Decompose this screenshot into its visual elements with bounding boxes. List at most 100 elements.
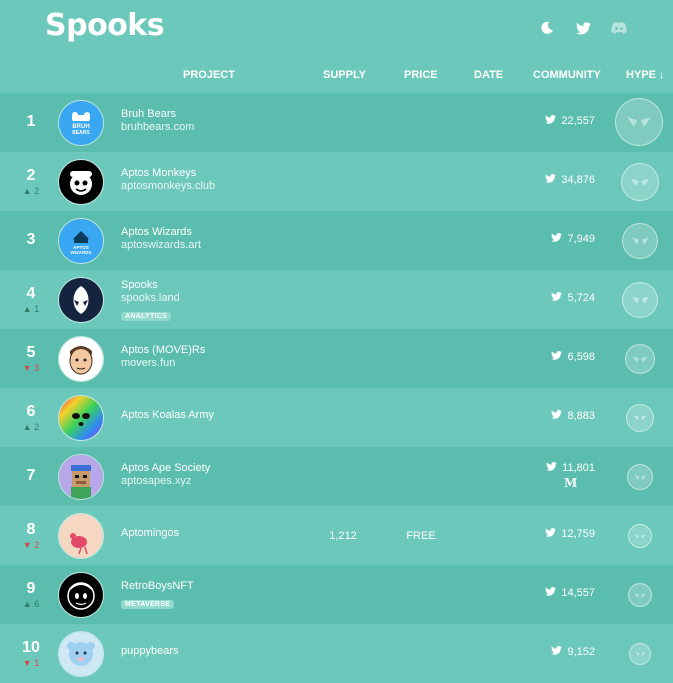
community[interactable]: 5,724: [551, 292, 595, 304]
community[interactable]: 22,557: [545, 115, 595, 127]
col-date[interactable]: DATE: [474, 69, 503, 81]
col-supply[interactable]: SUPPLY: [323, 69, 366, 81]
community[interactable]: 8,883: [551, 410, 595, 422]
follower-count: 11,801: [562, 462, 595, 474]
rank-number: 5: [26, 344, 36, 361]
hype-button[interactable]: [627, 464, 653, 490]
table-row[interactable]: 7 Aptos Ape Society aptosapes.xyz 11,801…: [0, 447, 673, 506]
twitter-icon: [545, 587, 557, 599]
col-project[interactable]: PROJECT: [183, 69, 235, 81]
col-community[interactable]: COMMUNITY: [533, 69, 601, 81]
community[interactable]: 11,801 M: [546, 462, 595, 490]
project-avatar[interactable]: [58, 572, 104, 618]
table-row[interactable]: 1 BRUH BEARS Bruh Bears bruhbears.com 22…: [0, 93, 673, 152]
community[interactable]: 14,557: [545, 587, 595, 599]
project-avatar[interactable]: [58, 277, 104, 323]
rank-number: 1: [26, 113, 36, 130]
col-hype[interactable]: HYPE ↓: [626, 69, 665, 81]
project-avatar[interactable]: APTOS WIZARDS: [58, 218, 104, 264]
hype-button[interactable]: [625, 344, 655, 374]
metaverse-tag[interactable]: METAVERSE: [121, 600, 175, 609]
hype-button[interactable]: [622, 223, 658, 259]
twitter-icon: [545, 115, 557, 127]
twitter-icon: [545, 174, 557, 186]
project-name[interactable]: Aptomingos: [121, 527, 179, 540]
project-url[interactable]: movers.fun: [121, 357, 205, 370]
twitter-icon: [551, 646, 563, 658]
project-url[interactable]: bruhbears.com: [121, 121, 194, 134]
rank-change: ▼ 1: [22, 658, 40, 668]
community[interactable]: 9,152: [551, 646, 595, 658]
project-avatar[interactable]: [58, 159, 104, 205]
project-name[interactable]: Aptos Ape Society: [121, 462, 210, 475]
rank-number: 2: [26, 167, 36, 184]
project-url[interactable]: spooks.land: [121, 292, 180, 305]
project-url[interactable]: aptosapes.xyz: [121, 475, 210, 488]
follower-count: 8,883: [567, 410, 595, 422]
project-name[interactable]: Aptos Monkeys: [121, 167, 215, 180]
hype-button[interactable]: [629, 643, 651, 665]
hype-button[interactable]: [626, 404, 654, 432]
ghost-eyes-icon: [631, 296, 649, 304]
app-logo[interactable]: Spooks: [45, 8, 165, 43]
project-name[interactable]: Aptos (MOVE)Rs: [121, 344, 205, 357]
project-name[interactable]: Spooks: [121, 279, 180, 292]
col-price[interactable]: PRICE: [404, 69, 438, 81]
rank: 2 ▲ 2: [8, 167, 54, 197]
hype-button[interactable]: [615, 98, 663, 146]
project-avatar[interactable]: BRUH BEARS: [58, 100, 104, 146]
project-url[interactable]: aptoswizards.art: [121, 239, 201, 252]
project-url[interactable]: aptosmonkeys.club: [121, 180, 215, 193]
project-avatar[interactable]: [58, 336, 104, 382]
project-avatar[interactable]: [58, 631, 104, 677]
table-row[interactable]: 4 ▲ 1 Spooks spooks.land ANALYTICS 5,724: [0, 270, 673, 329]
ghost-eyes-icon: [633, 415, 647, 421]
spooks-ghost-logo-icon: [59, 278, 103, 322]
analytics-tag[interactable]: ANALYTICS: [121, 312, 172, 321]
table-row[interactable]: 9 ▲ 6 RetroBoysNFT METAVERSE 14,557: [0, 565, 673, 624]
table-row[interactable]: 2 ▲ 2 Aptos Monkeys aptosmonkeys.club 34…: [0, 152, 673, 211]
moon-icon[interactable]: [537, 18, 557, 38]
hype-button[interactable]: [628, 524, 652, 548]
rank-change: ▼ 2: [22, 540, 40, 550]
rank-change: ▲ 2: [22, 422, 40, 432]
twitter-icon: [551, 351, 563, 363]
table-row[interactable]: 6 ▲ 2 Aptos Koalas Army 8,883: [0, 388, 673, 447]
price-value: FREE: [406, 530, 436, 542]
community[interactable]: 12,759: [545, 528, 595, 540]
follower-count: 12,759: [561, 528, 595, 540]
discord-icon[interactable]: [609, 18, 629, 38]
hype-button[interactable]: [622, 282, 658, 318]
project-avatar[interactable]: [58, 513, 104, 559]
project-name[interactable]: puppybears: [121, 645, 179, 658]
medium-icon[interactable]: M: [546, 476, 595, 490]
community[interactable]: 34,876: [545, 174, 595, 186]
flamingo-logo-icon: [59, 514, 103, 558]
project-name[interactable]: Aptos Koalas Army: [121, 409, 214, 422]
table-row[interactable]: 8 ▼ 2 Aptomingos 1,212 FREE 12,759: [0, 506, 673, 565]
rank: 4 ▲ 1: [8, 285, 54, 315]
rank-number: 8: [26, 521, 36, 538]
retro-boy-logo-icon: [59, 573, 103, 617]
community[interactable]: 6,598: [551, 351, 595, 363]
project-avatar[interactable]: [58, 454, 104, 500]
table-row[interactable]: 5 ▼ 3 Aptos (MOVE)Rs movers.fun 6,598: [0, 329, 673, 388]
table-row[interactable]: 3 APTOS WIZARDS Aptos Wizards aptoswizar…: [0, 211, 673, 270]
project-name[interactable]: Aptos Wizards: [121, 226, 201, 239]
community[interactable]: 7,949: [551, 233, 595, 245]
hype-button[interactable]: [621, 163, 659, 201]
table-row[interactable]: 10 ▼ 1 puppybears 9,152: [0, 624, 673, 683]
ghost-eyes-icon: [634, 592, 646, 598]
hype-button[interactable]: [628, 583, 652, 607]
avatar-text: BEARS: [72, 130, 90, 136]
project-name[interactable]: Bruh Bears: [121, 108, 194, 121]
top-icons: [537, 18, 629, 38]
rank: 1: [8, 113, 54, 131]
monkey-logo-icon: [59, 160, 103, 204]
project-name[interactable]: RetroBoysNFT: [121, 580, 194, 593]
twitter-icon: [545, 528, 557, 540]
twitter-icon[interactable]: [573, 18, 593, 38]
follower-count: 7,949: [567, 233, 595, 245]
project-avatar[interactable]: [58, 395, 104, 441]
rank: 3: [8, 231, 54, 249]
